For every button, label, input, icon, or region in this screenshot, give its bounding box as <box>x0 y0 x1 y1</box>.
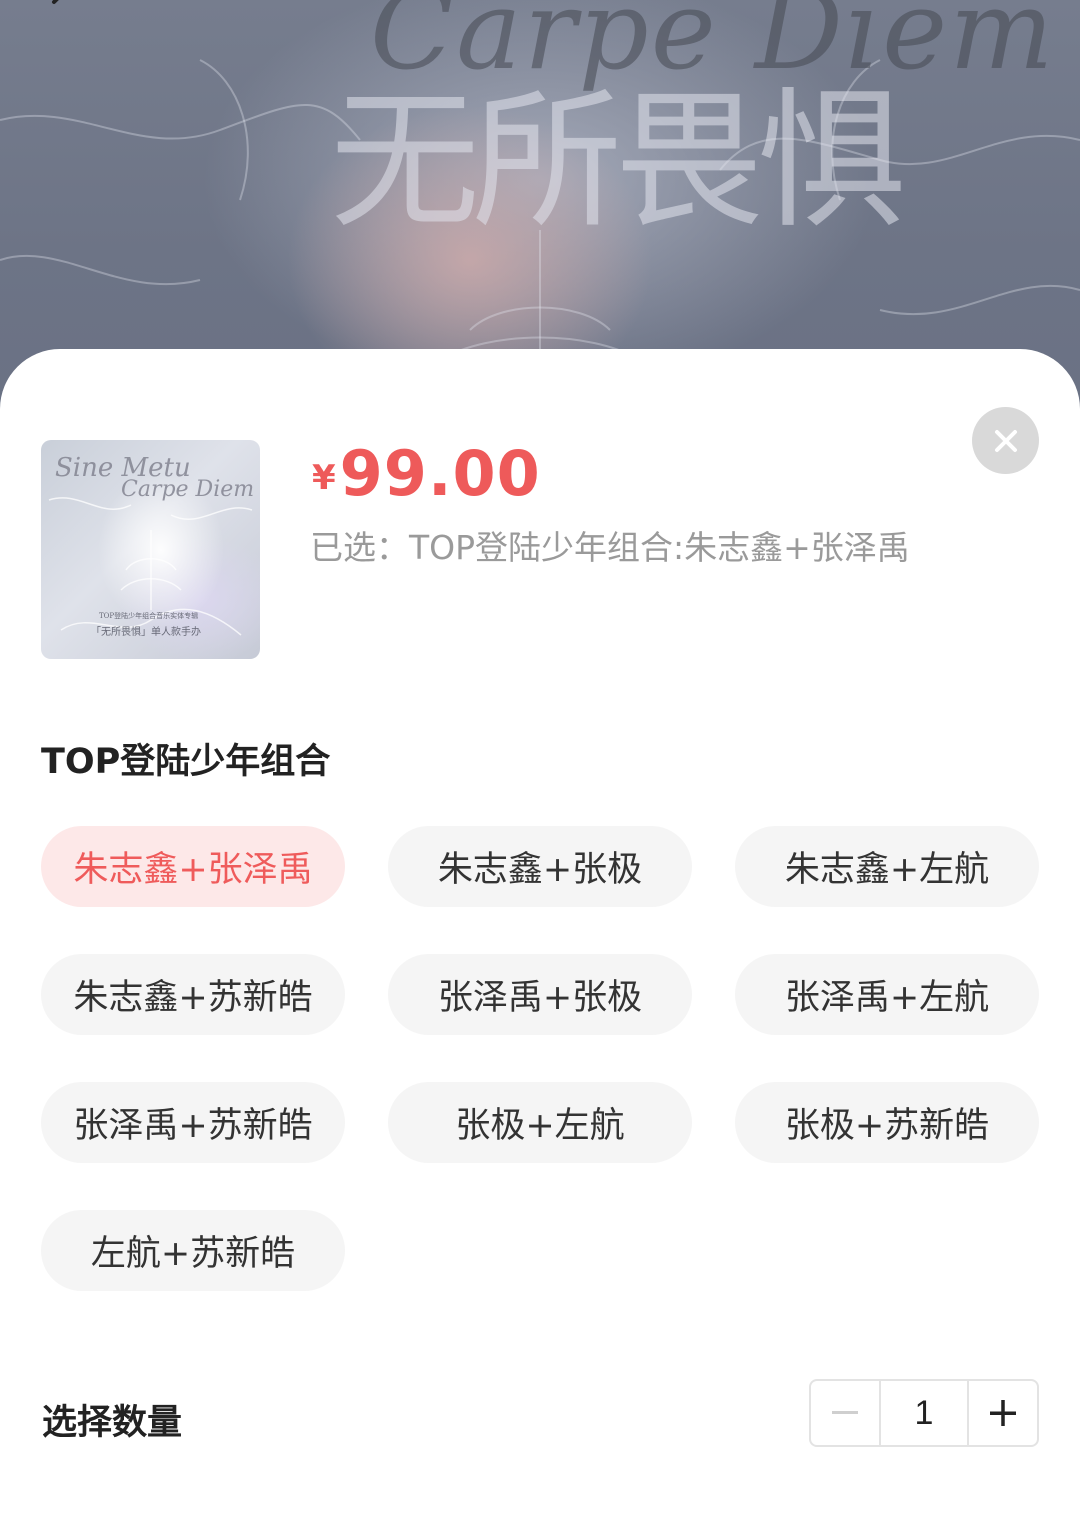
quantity-label: 选择数量 <box>42 1403 183 1443</box>
thumbnail-artwork: Sine Metu Carpe Diem TOP登陆少年组合音乐实体专辑 「无所… <box>48 453 254 638</box>
close-icon <box>994 429 1017 452</box>
selected-variant-text: 已选：TOP登陆少年组合:朱志鑫+张泽禹 <box>310 528 910 567</box>
plus-icon <box>990 1400 1016 1426</box>
quantity-stepper: 1 <box>809 1379 1039 1447</box>
thumb-script-2: Carpe Diem <box>121 477 254 502</box>
price-amount: 99.00 <box>339 437 541 510</box>
quantity-decrease-button[interactable] <box>811 1381 881 1445</box>
variant-option-selected[interactable]: 朱志鑫+张泽禹 <box>41 826 345 907</box>
close-button[interactable] <box>972 407 1039 474</box>
variant-group-title: TOP登陆少年组合 <box>41 742 331 782</box>
product-thumbnail: Sine Metu Carpe Diem TOP登陆少年组合音乐实体专辑 「无所… <box>41 440 260 659</box>
thumb-caption-2: 「无所畏惧」单人款手办 <box>91 625 201 638</box>
variant-option[interactable]: 朱志鑫+左航 <box>735 826 1039 907</box>
sku-selection-sheet: Sine Metu Carpe Diem TOP登陆少年组合音乐实体专辑 「无所… <box>0 349 1080 1537</box>
variant-option[interactable]: 朱志鑫+张极 <box>388 826 692 907</box>
variant-options: 朱志鑫+张泽禹 朱志鑫+张极 朱志鑫+左航朱志鑫+苏新皓 张泽禹+张极 张泽禹+左航张泽… <box>41 826 1039 1291</box>
currency-symbol: ¥ <box>312 458 336 498</box>
variant-option[interactable]: 张泽禹+左航 <box>735 954 1039 1035</box>
banner-calligraphy-text: 无所畏惧 <box>330 75 906 249</box>
variant-option[interactable]: 张泽禹+张极 <box>388 954 692 1035</box>
chevron-left-icon[interactable] <box>42 0 82 20</box>
price: ¥99.00 <box>312 437 541 510</box>
quantity-value[interactable]: 1 <box>881 1381 967 1445</box>
variant-option[interactable]: 张极+左航 <box>388 1082 692 1163</box>
variant-option[interactable]: 张泽禹+苏新皓 <box>41 1082 345 1163</box>
variant-option[interactable]: 左航+苏新皓 <box>41 1210 345 1291</box>
variant-option[interactable]: 朱志鑫+苏新皓 <box>41 954 345 1035</box>
quantity-increase-button[interactable] <box>967 1381 1037 1445</box>
thumb-caption-1: TOP登陆少年组合音乐实体专辑 <box>99 611 198 620</box>
minus-icon <box>832 1411 858 1414</box>
variant-option[interactable]: 张极+苏新皓 <box>735 1082 1039 1163</box>
